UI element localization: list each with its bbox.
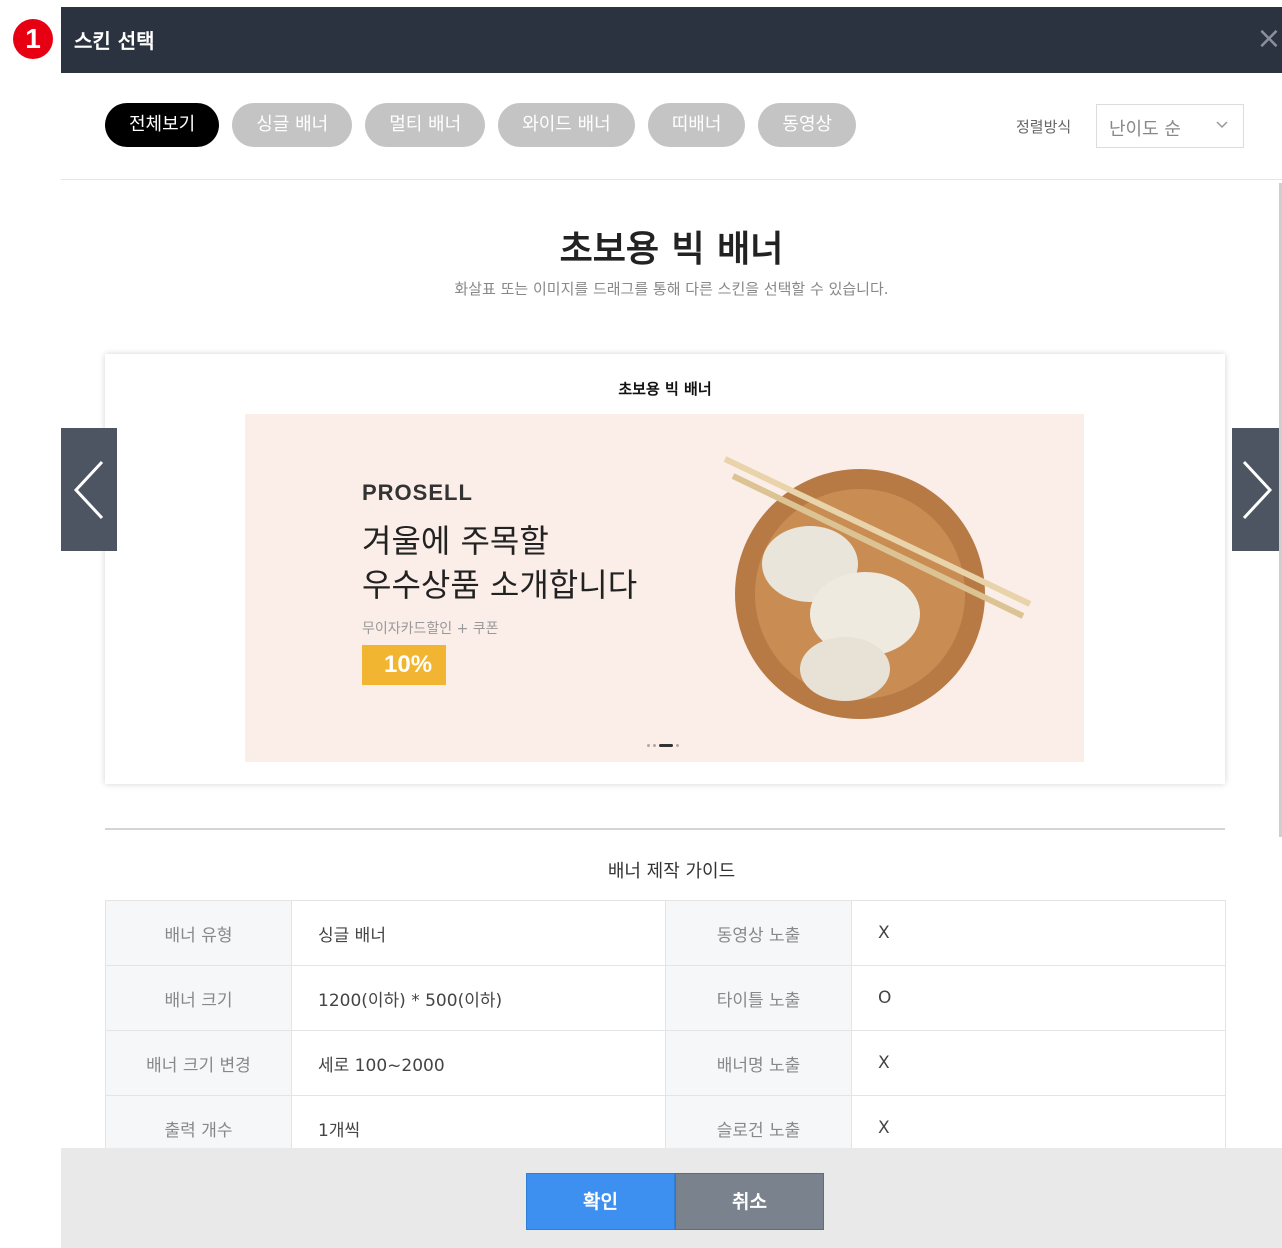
table-row: 출력 개수 1개씩 슬로건 노출 X: [105, 1095, 1226, 1148]
section-divider: [105, 828, 1225, 830]
filter-bar: 전체보기 싱글 배너 멀티 배너 와이드 배너 띠배너 동영상 정렬방식 난이도…: [61, 73, 1282, 180]
slide-indicator: [647, 744, 679, 747]
banner-headline-line1: 겨울에 주목할: [362, 522, 549, 560]
banner-headline-line2: 우수상품 소개합니다: [362, 566, 638, 604]
table-header-cell: 동영상 노출: [665, 900, 852, 966]
sort-value: 난이도 순: [1109, 119, 1181, 140]
table-row: 배너 크기 1200(이하) * 500(이하) 타이틀 노출 O: [105, 965, 1226, 1031]
step-number-badge: 1: [13, 19, 53, 59]
tab-wide-banner[interactable]: 와이드 배너: [498, 103, 635, 147]
tab-multi-banner[interactable]: 멀티 배너: [365, 103, 486, 147]
sort-select[interactable]: 난이도 순: [1096, 104, 1244, 148]
table-header-cell: 타이틀 노출: [665, 965, 852, 1031]
skin-detail-area: 초보용 빅 배너 화살표 또는 이미지를 드래그를 통해 다른 스킨을 선택할 …: [61, 180, 1282, 1148]
next-skin-button[interactable]: [1232, 428, 1282, 551]
modal-title: 스킨 선택: [74, 29, 155, 53]
dumpling-plate-image: [723, 456, 1032, 719]
slide-dot[interactable]: [647, 744, 650, 747]
table-cell: X: [851, 1095, 1226, 1148]
table-cell: X: [851, 900, 1226, 966]
table-row: 배너 유형 싱글 배너 동영상 노출 X: [105, 900, 1226, 966]
confirm-button[interactable]: 확인: [526, 1173, 675, 1230]
tab-strip-banner[interactable]: 띠배너: [647, 103, 746, 147]
slide-dot[interactable]: [676, 744, 679, 747]
table-header-cell: 출력 개수: [105, 1095, 292, 1148]
table-cell: 1개씩: [291, 1095, 666, 1148]
table-header-cell: 배너 크기: [105, 965, 292, 1031]
table-row: 배너 크기 변경 세로 100~2000 배너명 노출 X: [105, 1030, 1226, 1096]
banner-subtext: 무이자카드할인 + 쿠폰: [362, 621, 499, 637]
chevron-down-icon: [1216, 121, 1228, 129]
skin-preview-card[interactable]: 초보용 빅 배너 PROSELL 겨울에 주목할 우수상품 소개합니다 무이자카…: [105, 354, 1225, 784]
close-icon[interactable]: ×: [1256, 24, 1282, 54]
banner-headline: 겨울에 주목할 우수상품 소개합니다: [362, 519, 637, 607]
category-tabs: 전체보기 싱글 배너 멀티 배너 와이드 배너 띠배너 동영상: [105, 103, 857, 147]
modal-header: 스킨 선택 ×: [61, 7, 1282, 73]
preview-title: 초보용 빅 배너: [618, 380, 712, 398]
table-header-cell: 배너 유형: [105, 900, 292, 966]
chevron-left-icon: [73, 460, 104, 519]
discount-tag: 10%: [362, 645, 446, 685]
slide-dot[interactable]: [653, 744, 656, 747]
table-cell: 1200(이하) * 500(이하): [291, 965, 666, 1031]
table-cell: 세로 100~2000: [291, 1030, 666, 1096]
tab-video[interactable]: 동영상: [758, 103, 857, 147]
skin-description: 화살표 또는 이미지를 드래그를 통해 다른 스킨을 선택할 수 있습니다.: [454, 280, 889, 298]
table-cell: X: [851, 1030, 1226, 1096]
table-header-cell: 배너명 노출: [665, 1030, 852, 1096]
tab-single-banner[interactable]: 싱글 배너: [232, 103, 353, 147]
banner-preview: PROSELL 겨울에 주목할 우수상품 소개합니다 무이자카드할인 + 쿠폰 …: [245, 414, 1084, 762]
table-cell: 싱글 배너: [291, 900, 666, 966]
chevron-right-icon: [1242, 460, 1273, 519]
skin-title: 초보용 빅 배너: [559, 229, 784, 270]
previous-skin-button[interactable]: [61, 428, 117, 551]
modal-footer: 확인 취소: [61, 1148, 1282, 1248]
guide-title: 배너 제작 가이드: [607, 861, 736, 882]
skin-select-modal: 스킨 선택 × 전체보기 싱글 배너 멀티 배너 와이드 배너 띠배너 동영상 …: [61, 7, 1282, 1248]
banner-brand: PROSELL: [362, 480, 473, 505]
slide-dot-active[interactable]: [659, 744, 673, 747]
guide-table: 배너 유형 싱글 배너 동영상 노출 X 배너 크기 1200(이하) * 50…: [105, 900, 1226, 1148]
tab-all[interactable]: 전체보기: [105, 103, 220, 147]
table-header-cell: 슬로건 노출: [665, 1095, 852, 1148]
cancel-button[interactable]: 취소: [675, 1173, 824, 1230]
sort-label: 정렬방식: [1016, 118, 1072, 136]
table-header-cell: 배너 크기 변경: [105, 1030, 292, 1096]
table-cell: O: [851, 965, 1226, 1031]
